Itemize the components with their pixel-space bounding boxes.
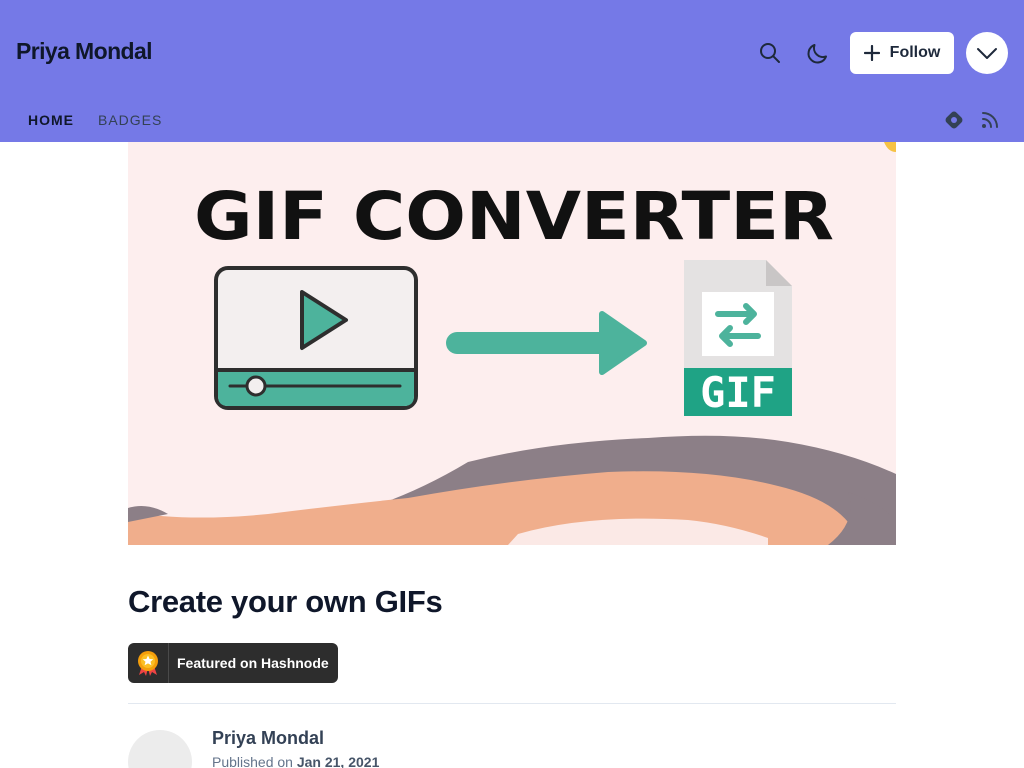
featured-badge-icon-wrap [128, 643, 169, 683]
published-date: Jan 21, 2021 [296, 754, 380, 768]
hashnode-link[interactable] [942, 108, 966, 132]
divider [128, 703, 896, 704]
theme-toggle-button[interactable] [798, 33, 838, 73]
publish-info: Published on Jan 21, 2021 [212, 754, 379, 768]
chevron-down-icon [977, 48, 997, 59]
blog-nav: HOME BADGES [28, 112, 162, 128]
featured-badge-label: Featured on Hashnode [177, 655, 329, 671]
follow-button[interactable]: Follow [850, 32, 954, 74]
search-icon [760, 43, 780, 63]
blog-header: Priya Mondal Follow HOME BADGES [0, 0, 1024, 142]
search-button[interactable] [750, 33, 790, 73]
avatar[interactable] [128, 730, 192, 768]
video-player-icon [214, 266, 418, 410]
featured-badge[interactable]: Featured on Hashnode [128, 643, 338, 683]
blog-title[interactable]: Priya Mondal [16, 38, 153, 65]
gif-file-icon: GIF [684, 260, 792, 417]
featured-award-icon [138, 651, 158, 676]
plus-icon [863, 45, 880, 61]
rss-link[interactable] [978, 108, 1002, 132]
post-title: Create your own GIFs [128, 584, 443, 619]
author-name[interactable]: Priya Mondal [212, 728, 324, 749]
nav-item-badges[interactable]: BADGES [98, 112, 162, 128]
gif-file-label: GIF [700, 368, 776, 417]
profile-menu-button[interactable] [966, 32, 1008, 74]
hashnode-icon [945, 111, 963, 129]
cover-image: GIF CONVERTER GIF [128, 142, 896, 545]
nav-item-home[interactable]: HOME [28, 112, 74, 128]
cover-heading: GIF CONVERTER [194, 178, 834, 255]
published-prefix: Published on [212, 754, 293, 768]
moon-icon [807, 44, 827, 64]
follow-label: Follow [889, 44, 941, 61]
rss-icon [982, 112, 998, 128]
